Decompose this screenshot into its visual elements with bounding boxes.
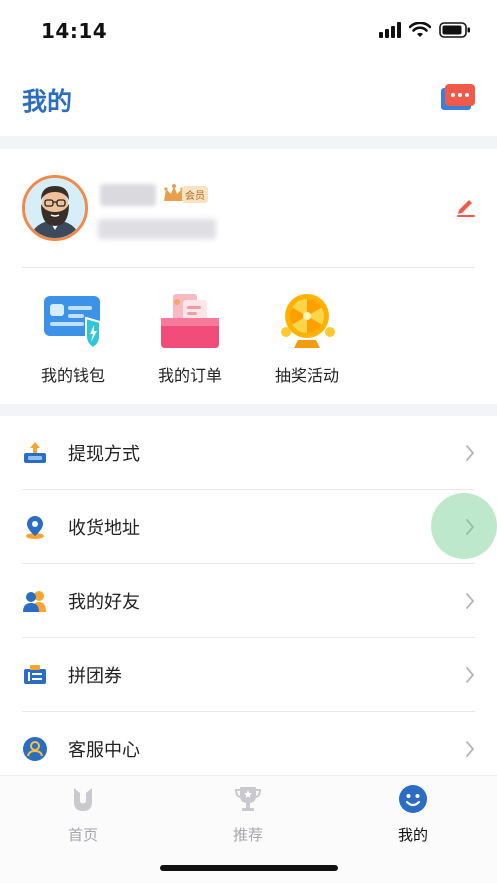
order-icon [161, 294, 219, 348]
quick-actions: 我的钱包 我的订单 抽奖活动 [0, 268, 497, 404]
member-badge: 会员 [162, 179, 208, 205]
menu-label: 提现方式 [68, 444, 140, 465]
wallet-icon [44, 296, 101, 350]
trophy-icon [234, 787, 262, 811]
member-label: 会员 [182, 186, 208, 203]
tab-label: 首页 [67, 826, 98, 844]
withdraw-icon [24, 442, 46, 463]
tab-recommend[interactable]: 推荐 [198, 784, 298, 845]
status-icons [379, 22, 471, 38]
menu-item-group-coupon[interactable]: 拼团券 [0, 638, 497, 712]
wallet-label: 我的钱包 [40, 366, 105, 385]
smiley-icon [399, 785, 427, 813]
menu-label: 拼团券 [68, 666, 122, 687]
edit-profile-button[interactable] [455, 195, 477, 217]
menu-label: 我的好友 [68, 592, 140, 613]
chevron-right-icon [466, 741, 475, 757]
menu-item-friends[interactable]: 我的好友 [0, 564, 497, 638]
header: 我的 [0, 62, 497, 136]
battery-icon [439, 22, 470, 38]
tab-mine[interactable]: 我的 [363, 784, 463, 845]
menu-item-address[interactable]: 收货地址 [0, 490, 497, 564]
section-spacer [0, 404, 497, 416]
avatar[interactable] [22, 175, 88, 241]
menu-list: 提现方式 收货地址 我的好友 拼团券 客服中心 [0, 416, 497, 786]
profile-card[interactable]: 会员 [0, 149, 497, 267]
page-title: 我的 [22, 87, 73, 116]
bearded-man-avatar-icon [25, 178, 85, 238]
lottery-wheel-icon [281, 294, 335, 348]
message-button[interactable] [441, 84, 475, 114]
wifi-icon [409, 22, 431, 37]
menu-item-withdraw[interactable]: 提现方式 [0, 416, 497, 490]
chevron-right-icon [466, 667, 475, 683]
status-bar: 14:14 [0, 0, 497, 62]
user-id-blurred [98, 219, 216, 239]
user-name-blurred [100, 184, 156, 206]
signal-icon [379, 22, 401, 38]
friends-icon [23, 591, 46, 612]
menu-label: 收货地址 [68, 518, 140, 539]
chevron-right-icon [466, 445, 475, 461]
chevron-right-icon [466, 519, 475, 535]
customer-service-icon [23, 737, 47, 761]
wallet-entry[interactable]: 我的钱包 [28, 292, 118, 386]
orders-label: 我的订单 [157, 366, 222, 385]
tab-label: 我的 [397, 826, 428, 844]
pencil-icon [457, 200, 475, 217]
home-indicator[interactable] [160, 865, 338, 871]
menu-label: 客服中心 [68, 740, 140, 761]
home-logo-icon [74, 788, 92, 811]
status-time: 14:14 [41, 19, 108, 43]
lottery-entry[interactable]: 抽奖活动 [262, 292, 352, 386]
orders-entry[interactable]: 我的订单 [145, 292, 235, 386]
message-icon [441, 84, 475, 110]
tab-label: 推荐 [232, 826, 263, 844]
section-spacer [0, 136, 497, 149]
location-pin-icon [26, 516, 44, 539]
coupon-icon [24, 665, 46, 684]
tab-home[interactable]: 首页 [33, 784, 133, 845]
lottery-label: 抽奖活动 [274, 366, 339, 385]
chevron-right-icon [466, 593, 475, 609]
